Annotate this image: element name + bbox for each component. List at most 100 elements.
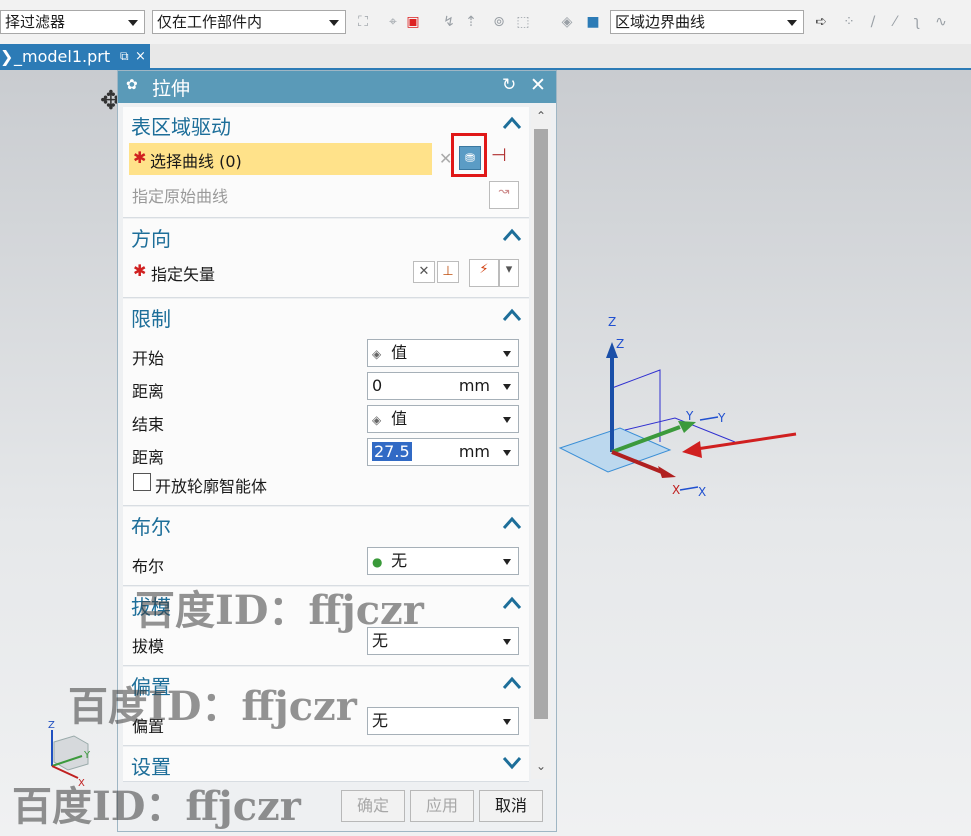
y-label2: Y [717,411,726,425]
z-label: Z [608,315,616,329]
scroll-up-icon[interactable]: ⌃ [536,109,546,123]
start-distance-label: 距离 [132,382,165,401]
close-icon[interactable]: × [135,44,146,69]
tab-model1[interactable]: ❯ _model1.prt ⧉ × [0,44,150,70]
triad-z-label: Z [48,720,55,731]
chevron-up-icon[interactable] [501,673,523,693]
end-type-dropdown[interactable]: ◈ 值 [367,405,519,433]
spline-icon[interactable]: ∿ [932,13,950,31]
required-asterisk: ✱ [133,148,147,167]
ok-button[interactable]: 确定 [341,790,405,822]
x-label: X [672,483,680,497]
section-surface-region-header[interactable]: 表区域驱动 [131,111,231,140]
vector-options-dropdown[interactable]: ▾ [499,259,519,287]
object-select-icon[interactable]: ⊚ [490,13,508,31]
body-icon[interactable]: ■ [584,13,602,31]
end-label: 结束 [132,415,165,434]
value-icon: ◈ [372,347,382,361]
chevron-up-icon[interactable] [501,593,523,613]
inferred-vector-icon[interactable]: ⚡ [469,259,499,287]
original-curve-label: 指定原始曲线 [132,187,229,206]
boolean-label: 布尔 [132,557,165,576]
scope-value: 仅在工作部件内 [157,13,263,31]
curve-rule-dropdown[interactable]: 区域边界曲线 [610,10,804,34]
reverse-direction-icon[interactable]: ✕ [413,261,435,283]
reset-icon[interactable]: ↻ [502,75,516,95]
box-select-icon[interactable]: ▣ [404,13,422,31]
chevron-down-icon[interactable] [501,753,523,773]
triad-y-label: Y [83,750,91,761]
close-icon[interactable]: ✕ [530,74,546,96]
none-boolean-icon: ● [372,555,383,569]
x-label-arrow [679,486,699,491]
end-distance-label: 距离 [132,448,165,467]
chevron-up-icon[interactable] [501,225,523,245]
section-boolean-header[interactable]: 布尔 [131,511,171,540]
gear-icon[interactable]: ✿ [126,77,138,93]
boolean-dropdown[interactable]: ● 无 [367,547,519,575]
z-label2: Z [616,337,624,351]
x-label2: X [698,485,706,499]
view-cube [53,735,89,771]
scroll-thumb[interactable] [534,129,548,719]
forward-icon[interactable]: ➪ [812,13,830,31]
original-curve-icon[interactable]: ↝ [489,181,519,209]
line-icon[interactable]: / [864,13,882,31]
solid-icon[interactable]: ◈ [558,13,576,31]
y-label-arrow [699,416,719,421]
chevron-up-icon[interactable] [501,513,523,533]
curve-select-icon[interactable]: ⊣ [491,145,507,166]
snap-icon[interactable]: ⛶ [354,13,372,31]
vector-dialog-icon[interactable]: ⊥ [437,261,459,283]
selection-filter-value: 择过滤器 [5,13,66,31]
offset-dropdown[interactable]: 无 [367,707,519,735]
dialog-titlebar: ✿ 拉伸 ↻ ✕ [118,71,556,103]
chevron-up-icon[interactable] [501,113,523,133]
apply-button[interactable]: 应用 [410,790,474,822]
selection-filter-dropdown[interactable]: 择过滤器 [0,10,145,34]
chevron-up-icon[interactable] [501,305,523,325]
end-distance-value: 27.5 [372,442,412,461]
select-curve-row[interactable]: ✱ 选择曲线 (0) [129,143,432,175]
x-arrow [658,466,676,478]
offset-value: 无 [372,711,389,730]
section-direction-header[interactable]: 方向 [131,223,171,252]
end-distance-input[interactable]: 27.5 mm [367,438,519,466]
end-type-value: 值 [391,409,408,428]
curve-snap-icon[interactable]: ↯ [440,13,458,31]
restore-icon[interactable]: ⧉ [120,44,129,69]
section-direction: 方向 ✱ 指定矢量 ✕ ⊥ ⚡ ▾ [123,219,529,298]
scroll-down-icon[interactable]: ⌄ [536,759,546,773]
annotation-arrow [689,432,797,452]
top-toolbar: 择过滤器 仅在工作部件内 ⛶ ⌖ ▣ ↯ ⇡ ⊚ ⬚ ◈ ■ 区域边界曲线 ➪ … [0,0,971,45]
scope-dropdown[interactable]: 仅在工作部件内 [152,10,346,34]
section-limits: 限制 开始 ◈ 值 距离 0 mm 结束 ◈ 值 距离 27.5 mm 开放轮廓… [123,299,529,506]
datum-csys: Z Z Y Y X X [558,315,797,499]
part-file-icon: ❯ [0,47,14,66]
grid-snap-icon[interactable]: ⁘ [840,13,858,31]
y-label: Y [685,409,694,423]
end-distance-unit: mm [458,442,490,461]
watermark: 百度ID：ffjczr [135,587,424,634]
open-profile-checkbox[interactable] [133,473,151,491]
boolean-value: 无 [391,551,408,570]
section-limits-header[interactable]: 限制 [131,303,171,332]
line2-icon[interactable]: ⁄ [886,13,904,31]
annotation-arrowhead [682,441,702,458]
start-type-dropdown[interactable]: ◈ 值 [367,339,519,367]
rectangle-select-icon[interactable]: ⬚ [514,13,532,31]
draft-label: 拔模 [132,637,165,656]
feature-snap-icon[interactable]: ⇡ [462,13,480,31]
value-icon: ◈ [372,413,382,427]
start-distance-input[interactable]: 0 mm [367,372,519,400]
start-label: 开始 [132,349,165,368]
dialog-scrollbar[interactable]: ⌃ ⌄ [531,107,551,779]
start-distance-unit: mm [458,376,490,395]
cancel-button[interactable]: 取消 [479,790,543,822]
curve-rule-value: 区域边界曲线 [615,13,706,31]
select-curve-label: 选择曲线 (0) [150,152,242,171]
section-boolean: 布尔 布尔 ● 无 [123,507,529,586]
point-snap-icon[interactable]: ⌖ [384,13,402,31]
specify-vector-label: 指定矢量 [151,265,216,284]
curve-icon[interactable]: ʅ [908,13,926,31]
